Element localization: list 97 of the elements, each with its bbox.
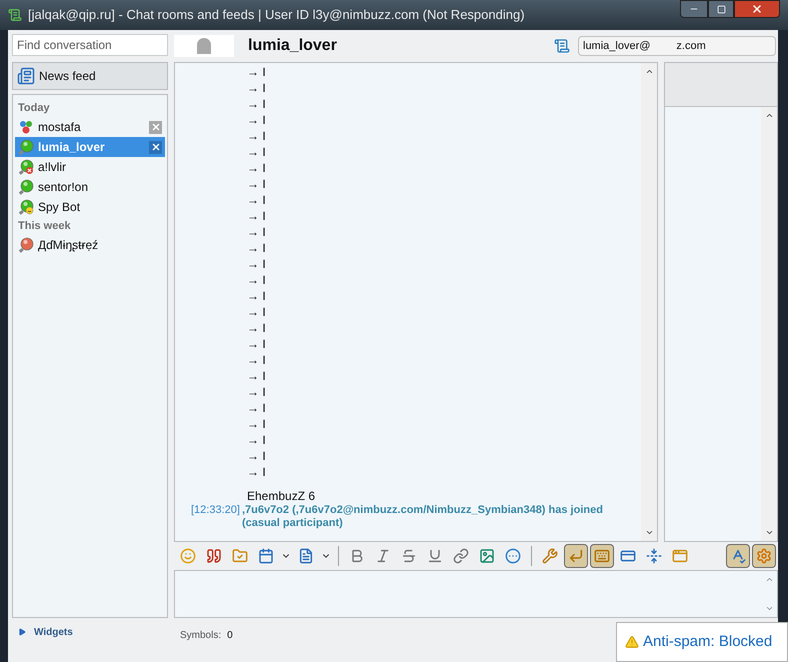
app-icon <box>8 8 22 22</box>
warning-icon <box>625 635 639 649</box>
chat-message: → I <box>247 288 266 304</box>
settings-icon <box>756 548 772 564</box>
chat-message: → I <box>247 400 266 416</box>
event-time: [12:33:20] <box>191 504 240 518</box>
search-field[interactable]: Find conversation <box>12 34 168 56</box>
keyboard-button[interactable] <box>590 544 614 568</box>
chat-message: → I <box>247 384 266 400</box>
ellipsis-icon <box>505 548 521 564</box>
chat-message: → I <box>247 368 266 384</box>
italic-icon <box>375 548 391 564</box>
jid-text: lumia_lover@ <box>582 38 652 54</box>
symbols-label: Symbols: <box>180 629 222 643</box>
underline-icon <box>427 548 443 564</box>
group-header: Today <box>17 101 51 116</box>
scroll-up-icon <box>764 111 774 120</box>
enter-key-button[interactable] <box>564 544 588 568</box>
widgets-link[interactable]: Widgets <box>34 624 73 640</box>
window-icon <box>672 548 688 564</box>
chat-message: → I <box>247 336 266 352</box>
chat-message: → I <box>247 192 266 208</box>
scroll-down-icon <box>764 604 774 613</box>
avatar-silhouette <box>174 35 234 57</box>
status-bulb-icon <box>18 237 34 253</box>
enter-key-icon <box>568 548 584 564</box>
scroll-up-icon <box>644 67 654 76</box>
chat-message: → I <box>247 64 266 80</box>
chat-message: → I <box>247 160 266 176</box>
join-event-text: ,7u6v7o2 (,7u6v7o2@nimbuzz.com/Nimbuzz_Symbian348) has joined (casual participant) <box>242 504 604 530</box>
chat-message: → I <box>247 176 266 192</box>
contact-details-icon <box>554 38 570 54</box>
bot-status-icon <box>18 199 34 215</box>
close-tab-button[interactable] <box>149 120 162 134</box>
wrench-icon <box>542 548 558 564</box>
calendar-icon <box>258 548 274 564</box>
spellcheck-button[interactable] <box>726 544 750 568</box>
close-icon <box>751 3 763 15</box>
scrollbar[interactable] <box>641 63 657 541</box>
scroll-down-icon <box>764 528 774 537</box>
chat-message: → I <box>247 448 266 464</box>
message-input[interactable] <box>174 570 778 618</box>
document-icon <box>298 548 314 564</box>
chat-message: → I <box>247 96 266 112</box>
contact-item[interactable]: mostafa <box>15 117 165 137</box>
image-icon <box>479 548 495 564</box>
contact-item[interactable]: sentor!on <box>15 177 165 197</box>
scroll-up-icon <box>764 575 774 584</box>
news-feed-button[interactable]: News feed <box>12 62 168 90</box>
quote-icon <box>206 548 222 564</box>
collapse-icon <box>646 548 662 564</box>
chat-message: → I <box>247 416 266 432</box>
contact-item[interactable]: a!lvlir <box>15 157 165 177</box>
chat-message: → I <box>247 128 266 144</box>
chat-message: → I <box>247 352 266 368</box>
status-bulb-icon <box>18 139 34 155</box>
status-bulb-icon <box>18 179 34 195</box>
link-icon <box>453 548 469 564</box>
chat-title: lumia_lover <box>248 36 337 56</box>
chat-message: → I <box>247 112 266 128</box>
chat-message: → I <box>247 432 266 448</box>
card-icon <box>620 548 636 564</box>
chat-message: → I <box>247 464 266 480</box>
scroll-down-icon <box>644 528 654 537</box>
window-title: [jalqak@qip.ru] - Chat rooms and feeds | User ID l3y@nimbuzz.com (Not Responding) <box>28 6 525 24</box>
chat-message: → I <box>247 144 266 160</box>
people-icon <box>18 119 34 135</box>
contact-item[interactable]: Spy Bot <box>15 197 165 217</box>
chat-message: → I <box>247 256 266 272</box>
strikethrough-icon <box>401 548 417 564</box>
group-header: This week <box>17 219 72 234</box>
folder-icon <box>232 548 248 564</box>
status-blocked-icon <box>18 159 34 175</box>
chat-message: → I <box>247 80 266 96</box>
close-icon <box>150 122 160 132</box>
chat-message: → I <box>247 224 266 240</box>
scrollbar[interactable] <box>761 107 777 541</box>
maximize-icon <box>716 4 726 14</box>
chat-message: → I <box>247 272 266 288</box>
chat-message: → I <box>247 304 266 320</box>
keyboard-icon <box>594 548 610 564</box>
chat-message: → I <box>247 240 266 256</box>
contact-item[interactable]: ДɗМɨŋʂŧɍẹź <box>15 235 165 255</box>
chat-message: → I <box>247 208 266 224</box>
chat-message: EhembuzZ 6 <box>247 488 316 504</box>
jid-text: z.com <box>676 38 706 54</box>
close-button[interactable] <box>734 0 780 18</box>
maximize-button[interactable] <box>708 0 734 18</box>
symbols-count: 0 <box>227 629 233 643</box>
smiley-icon <box>180 548 196 564</box>
close-icon <box>150 142 160 152</box>
notification-title: Anti-spam: Blocked <box>643 632 772 652</box>
chat-message: → I <box>247 320 266 336</box>
newspaper-icon <box>17 67 35 85</box>
settings-button[interactable] <box>752 544 776 568</box>
close-tab-button[interactable] <box>149 140 162 154</box>
expand-arrow-icon <box>18 628 26 636</box>
